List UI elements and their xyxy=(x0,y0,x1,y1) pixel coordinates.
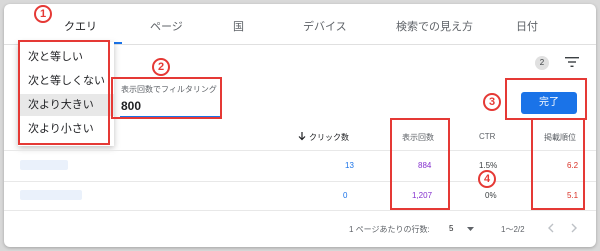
tab-page[interactable]: ページ xyxy=(150,18,183,34)
annotation-box-4a xyxy=(390,118,450,210)
tab-search-appearance[interactable]: 検索での見え方 xyxy=(396,18,473,34)
annotation-box-1 xyxy=(18,40,110,145)
rows-per-page-select[interactable]: 5 xyxy=(449,224,453,233)
page-range: 1〜2/2 xyxy=(501,225,525,234)
row-divider xyxy=(4,181,596,182)
tab-country[interactable]: 国 xyxy=(233,18,244,34)
tab-date[interactable]: 日付 xyxy=(516,18,538,34)
header-divider xyxy=(4,150,596,151)
filter-icon[interactable] xyxy=(565,56,579,68)
annotation-marker-4: 4 xyxy=(478,170,496,188)
annotation-marker-3: 3 xyxy=(483,93,501,111)
annotation-marker-2: 2 xyxy=(152,58,170,76)
annotation-marker-1: 1 xyxy=(34,5,52,23)
row2-clicks: 0 xyxy=(343,191,348,200)
row1-clicks: 13 xyxy=(345,161,354,170)
column-header-clicks[interactable]: クリック数 xyxy=(309,132,349,143)
dimension-tabs: クエリ ページ 国 デバイス 検索での見え方 日付 xyxy=(4,4,596,44)
query-placeholder xyxy=(20,190,82,200)
tab-query[interactable]: クエリ xyxy=(64,18,97,34)
annotation-box-4b xyxy=(531,118,585,210)
row2-ctr: 0% xyxy=(485,191,497,200)
query-placeholder xyxy=(20,160,68,170)
chevron-left-icon[interactable] xyxy=(548,223,554,233)
chevron-right-icon[interactable] xyxy=(571,223,577,233)
active-filter-count-badge: 2 xyxy=(535,56,549,70)
row-divider xyxy=(4,210,596,211)
annotation-box-3 xyxy=(505,78,587,120)
dropdown-arrow-icon[interactable] xyxy=(467,227,474,231)
row1-ctr: 1.5% xyxy=(479,161,498,170)
rows-per-page-label: 1 ページあたりの行数: xyxy=(349,225,430,234)
column-header-ctr[interactable]: CTR xyxy=(479,132,495,141)
sort-arrow-down-icon xyxy=(298,132,306,141)
annotation-box-2 xyxy=(111,77,222,119)
tab-device[interactable]: デバイス xyxy=(303,18,347,34)
